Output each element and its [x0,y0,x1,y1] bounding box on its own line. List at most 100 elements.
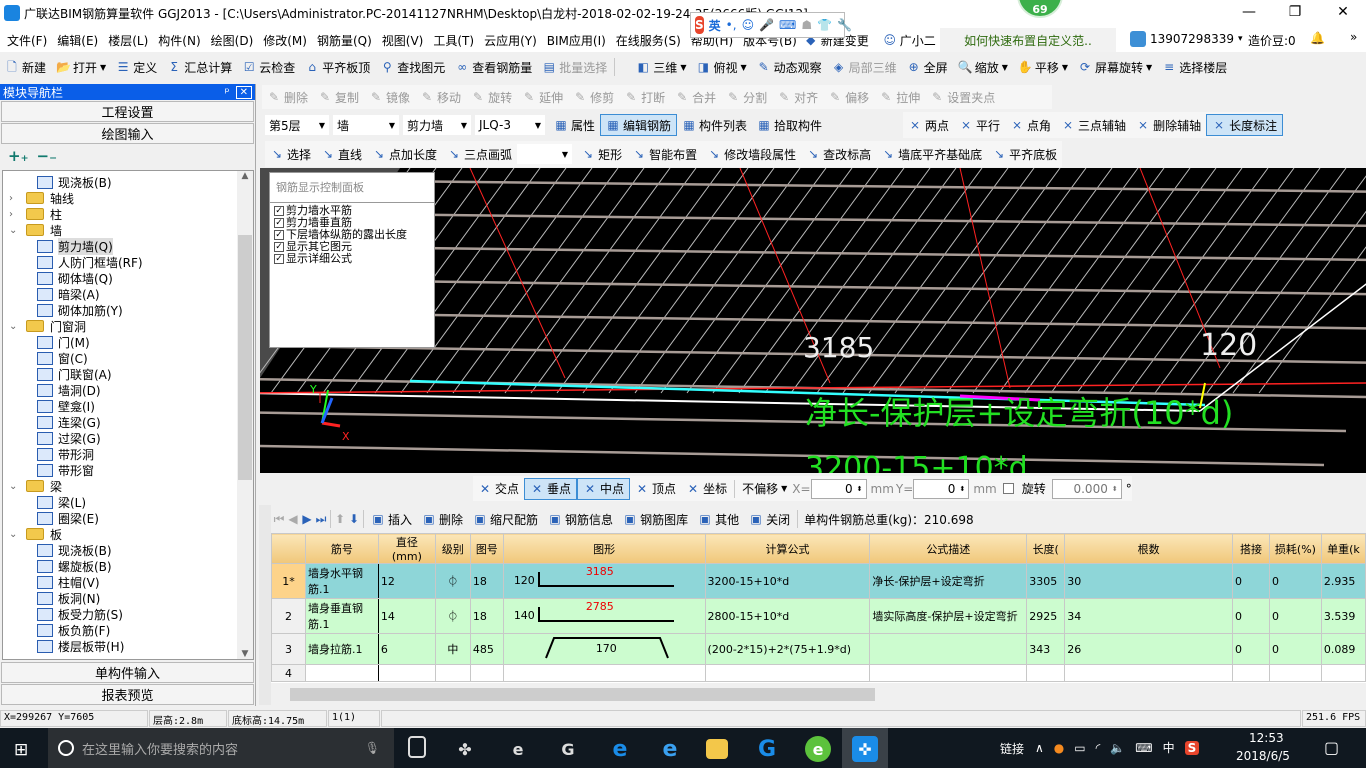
toolbar-button-1[interactable]: ▦ 编辑钢筋 [600,114,678,136]
microphone-icon[interactable]: 🎙 [365,741,380,755]
table-cell[interactable]: 3200-15+10*d [704,563,871,599]
toolbar-button-2[interactable]: ▦ 构件列表 [677,114,752,136]
column-header[interactable]: 图号 [469,533,504,564]
table-cell[interactable]: 0 [1232,598,1270,634]
fan-app-icon[interactable]: ✤ [452,736,478,762]
next-record-icon[interactable]: ▶ [300,512,314,526]
toolbar-button-2[interactable]: ✎ 镜像 [364,86,415,108]
task-view-icon[interactable] [408,736,426,758]
arc-mode-select[interactable]: ▼ [517,144,573,164]
checkbox-icon[interactable]: ✓ [274,206,284,216]
tree-item[interactable]: 过梁(G) [3,430,253,446]
sigma-button[interactable]: Σ 汇总计算 [162,56,237,78]
table-cell[interactable] [1268,664,1322,682]
table-cell[interactable] [869,664,1028,682]
emoji-icon[interactable]: ☺ [742,18,755,32]
battery-icon[interactable]: ▭ [1074,741,1085,755]
table-cell[interactable] [1320,664,1366,682]
tray-link-label[interactable]: 链接 [1000,740,1024,757]
table-cell[interactable]: 343 [1026,633,1066,665]
chevron-down-icon[interactable]: ▼ [680,63,686,72]
report-preview-button[interactable]: 报表预览 [1,684,254,705]
tree-item[interactable]: 楼层板带(H) [3,638,253,654]
toolbar-button-1[interactable]: ✕ 垂点 [524,477,578,500]
table-cell[interactable]: 3 [271,633,306,665]
column-header[interactable]: 长度( [1026,533,1066,564]
last-record-icon[interactable]: ⏭ [314,512,328,526]
table-cell[interactable]: 墙身水平钢筋.1 [304,563,379,599]
table-cell[interactable]: 3.539 [1320,598,1366,634]
tree-item[interactable]: 螺旋板(B) [3,558,253,574]
toolbar-button-8[interactable]: ↘ 查改标高 [801,143,876,165]
toolbar-button-3[interactable]: ✎ 移动 [415,86,466,108]
column-header[interactable]: 搭接 [1232,533,1270,564]
checkbox-icon[interactable]: ✓ [274,218,284,228]
top-view-button[interactable]: ◨ 俯视 ▼ [691,56,751,78]
toolbar-button-4[interactable]: ▣ 钢筋图库 [618,508,693,530]
menu-11[interactable]: 在线服务(S) [611,32,686,49]
shape-cell[interactable]: 120 3185 [502,563,706,599]
wifi-icon[interactable]: ◜ [1096,741,1101,755]
cube-button[interactable]: ◧ 三维 ▼ [631,56,691,78]
zoom-button[interactable]: 🔍 缩放 ▼ [953,56,1013,78]
toolbar-button-10[interactable]: ↘ 平齐底板 [987,143,1062,165]
volume-icon[interactable]: 🔈 [1110,741,1125,755]
toolbar-button-7[interactable]: ↘ 修改墙段属性 [702,143,801,165]
chevron-down-icon[interactable]: ⌄ [9,225,21,236]
green-e-app-icon[interactable]: e [805,736,831,762]
table-cell[interactable]: 墙身垂直钢筋.1 [304,598,379,634]
toolbar-button-1[interactable]: ↘ 直线 [316,143,367,165]
column-header[interactable]: 单重(k [1320,533,1366,564]
ime-punct[interactable]: •, [726,18,737,32]
rotate-screen-button[interactable]: ⟳ 屏幕旋转 ▼ [1073,56,1157,78]
table-cell[interactable]: 0 [1232,633,1270,665]
tree-item[interactable]: ⌄ 板 [3,526,253,542]
table-cell[interactable]: ⏀ [434,598,471,634]
column-header[interactable]: 直径(mm) [377,533,436,564]
tree-item[interactable]: 连梁(G) [3,414,253,430]
tree-item[interactable]: 窗(C) [3,350,253,366]
table-cell[interactable]: 2800-15+10*d [704,598,871,634]
ie-icon[interactable]: e [657,736,683,762]
tree-item[interactable]: 梁(L) [3,494,253,510]
edge-icon[interactable]: e [607,736,633,762]
menu-6[interactable]: 钢筋量(Q) [312,32,377,49]
toolbar-button-2[interactable]: ✕ 中点 [577,477,631,500]
toolbar-button-9[interactable]: ✎ 分割 [721,86,772,108]
tree-item[interactable]: › 轴线 [3,190,253,206]
sogou-tray-icon[interactable]: S [1184,740,1200,755]
table-cell[interactable] [434,664,471,682]
tree-item[interactable]: › 柱 [3,206,253,222]
toolbar-button-1[interactable]: ▣ 删除 [417,508,468,530]
toolbar-button-4[interactable]: ✎ 旋转 [466,86,517,108]
table-cell[interactable]: 2 [271,598,306,634]
column-header[interactable]: 图形 [502,533,706,564]
move-down-icon[interactable]: ⬇ [347,512,361,526]
toolbar-button-7[interactable]: ✎ 打断 [619,86,670,108]
tree-item[interactable]: 门(M) [3,334,253,350]
tree-item[interactable]: ⌄ 墙 [3,222,253,238]
table-cell[interactable]: 墙身拉筋.1 [304,633,379,665]
toolbar-button-3[interactable]: ⨯ 三点辅轴 [1056,114,1131,136]
menu-7[interactable]: 视图(V) [377,32,429,49]
restore-button[interactable]: ❐ [1272,0,1318,24]
table-cell[interactable]: (200-2*15)+2*(75+1.9*d) [704,633,871,665]
menu-10[interactable]: BIM应用(I) [542,32,611,49]
single-input-button[interactable]: 单构件输入 [1,662,254,683]
file-explorer-icon[interactable] [706,739,728,759]
table-row[interactable]: 2 墙身垂直钢筋.1 14 ⏀ 18 140 2785 2800-15+10*d 墙实际高度-保… [271,598,1366,634]
pin-icon[interactable]: ᵖ [224,85,229,99]
menu-2[interactable]: 楼层(L) [103,32,153,49]
column-header[interactable]: 筋号 [304,533,379,564]
chevron-down-icon[interactable]: ▼ [740,63,746,72]
shape-cell[interactable] [502,664,706,682]
orbit-button[interactable]: ✎ 动态观察 [752,56,827,78]
toolbar-button-5[interactable]: ✎ 延伸 [517,86,568,108]
ie-gray-icon[interactable]: e [505,736,531,762]
toolbar-button-4[interactable]: ⨯ 删除辅轴 [1131,114,1206,136]
drawing-input-button[interactable]: 绘图输入 [1,123,254,144]
toolbar-button-0[interactable]: ↘ 选择 [265,143,316,165]
table-cell[interactable]: 30 [1064,563,1233,599]
glodon-g-icon[interactable]: G [555,736,581,762]
table-cell[interactable]: 1* [271,563,306,599]
